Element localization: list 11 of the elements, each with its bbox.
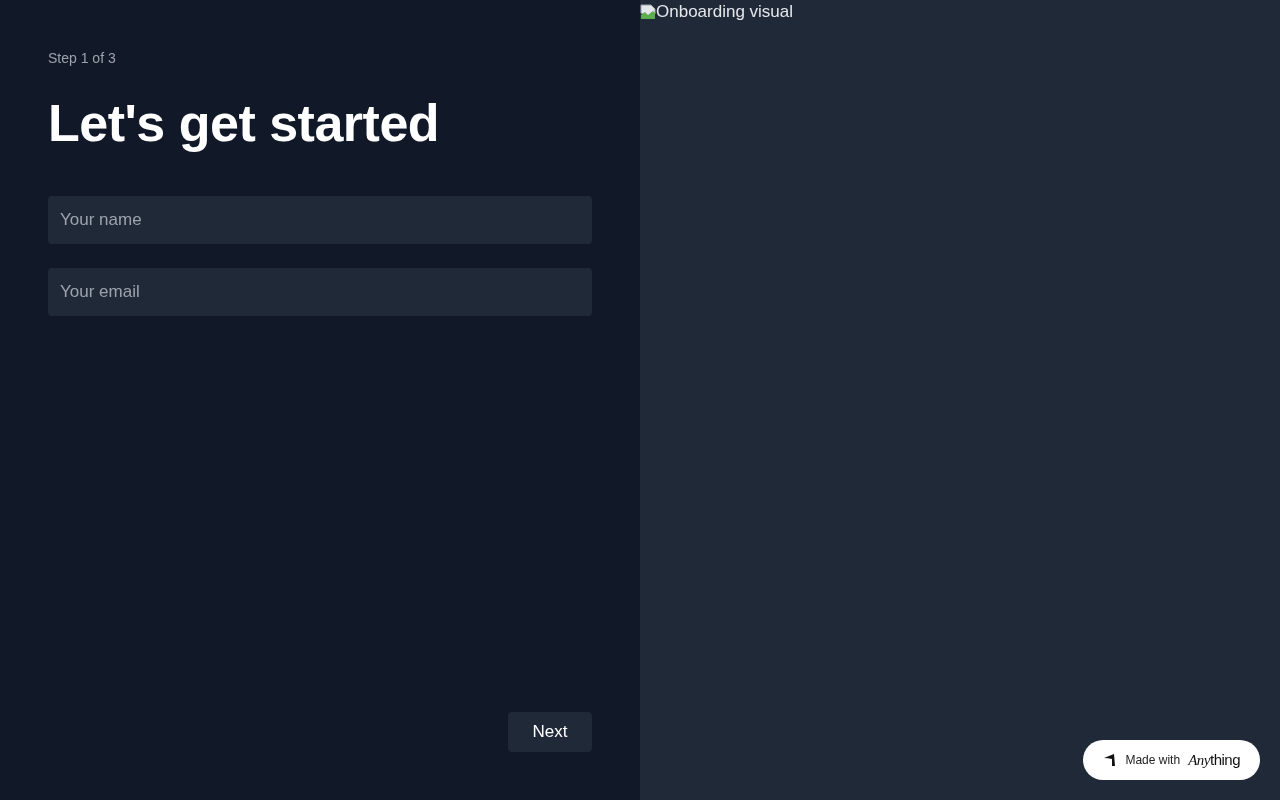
input-field[interactable]: Your name [48, 196, 592, 244]
made-with-badge[interactable]: Made with Anything [1083, 740, 1260, 780]
input-field[interactable]: Your email [48, 268, 592, 316]
image-alt-text: Onboarding visual [656, 1, 794, 23]
broken-image-icon [640, 4, 656, 20]
logo-icon [1103, 753, 1118, 767]
badge-label: Made with [1125, 753, 1181, 767]
page-title: Let's get started [48, 93, 441, 154]
next-button[interactable]: Next [508, 712, 592, 752]
step-label: Step 1 of 3 [48, 49, 117, 68]
brand-logo-text: Anything [1188, 751, 1240, 769]
